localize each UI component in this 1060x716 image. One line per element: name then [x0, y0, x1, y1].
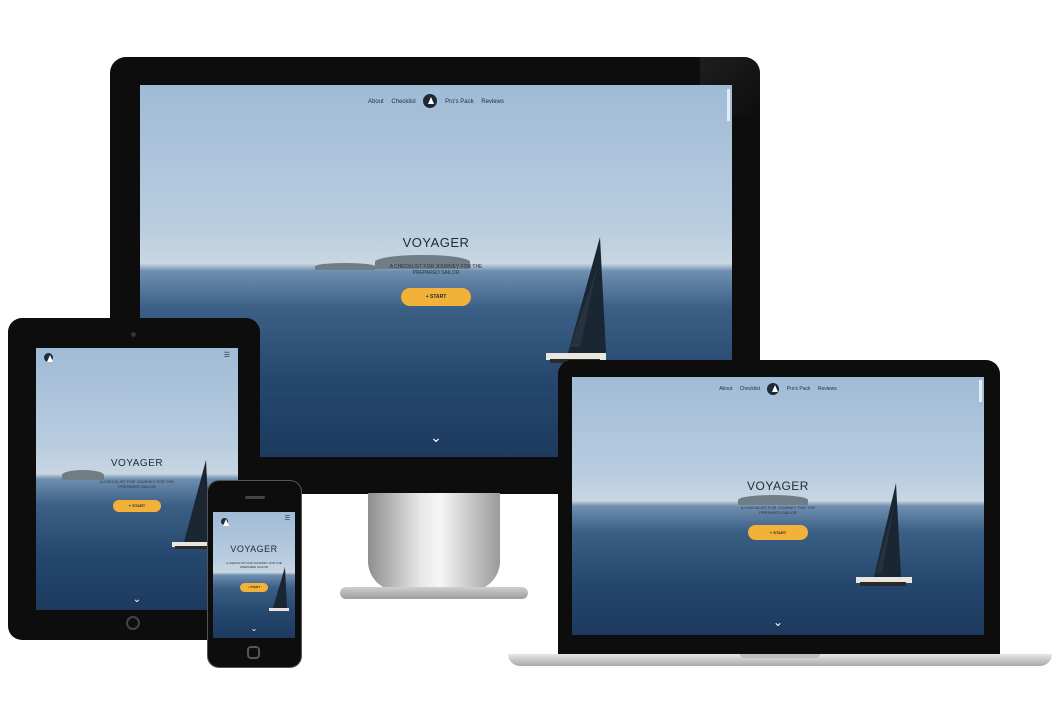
nav-link-reviews[interactable]: Reviews: [481, 99, 504, 105]
scrollbar[interactable]: [727, 89, 730, 121]
home-button[interactable]: [126, 616, 140, 630]
desktop-hero: VOYAGER A CHECKLIST FOR JOURNEY FOR THE …: [140, 235, 732, 306]
laptop-nav: About Checklist Pro's Pack Reviews: [572, 383, 984, 395]
monitor-stand: [340, 493, 528, 603]
start-button[interactable]: + START: [748, 525, 808, 540]
laptop-hero: VOYAGER A CHECKLIST FOR JOURNEY FOR THE …: [572, 479, 984, 540]
laptop-notch: [740, 654, 820, 658]
nav-link-about[interactable]: About: [719, 386, 732, 392]
home-button[interactable]: [247, 646, 260, 659]
desktop-nav: About Checklist Pro's Pack Reviews: [140, 94, 732, 108]
hamburger-menu-icon[interactable]: ☰: [224, 351, 230, 359]
nav-link-checklist[interactable]: Checklist: [391, 99, 415, 105]
start-button[interactable]: + START: [240, 582, 268, 592]
start-button[interactable]: + START: [401, 287, 471, 306]
laptop: About Checklist Pro's Pack Reviews VOYAG…: [508, 360, 1052, 674]
nav-link-pros-pack[interactable]: Pro's Pack: [445, 99, 474, 105]
nav-link-checklist[interactable]: Checklist: [740, 386, 760, 392]
camera-icon: [131, 332, 136, 337]
start-button[interactable]: + START: [113, 500, 161, 512]
hero-title: VOYAGER: [747, 479, 809, 493]
phone-screen: ☰ VOYAGER A CHECKLIST FOR JOURNEY FOR TH…: [213, 512, 295, 638]
phone: ☰ VOYAGER A CHECKLIST FOR JOURNEY FOR TH…: [207, 480, 302, 668]
sailboat: [546, 237, 606, 363]
sailboat: [269, 567, 289, 611]
sailboat: [856, 483, 912, 586]
chevron-down-icon[interactable]: ⌄: [572, 615, 984, 629]
hamburger-menu-icon[interactable]: ☰: [285, 515, 290, 522]
nav-link-pros-pack[interactable]: Pro's Pack: [787, 386, 811, 392]
hero-title: VOYAGER: [230, 544, 278, 554]
speaker-icon: [245, 496, 265, 499]
laptop-screen: About Checklist Pro's Pack Reviews VOYAG…: [572, 377, 984, 635]
hero-title: VOYAGER: [402, 235, 470, 250]
sailboat-logo-icon[interactable]: [44, 353, 54, 362]
sailboat-logo-icon[interactable]: [767, 383, 780, 395]
nav-link-about[interactable]: About: [368, 99, 384, 105]
sailboat-logo-icon[interactable]: [423, 94, 438, 108]
sailboat-logo-icon[interactable]: [221, 518, 230, 527]
scrollbar[interactable]: [979, 380, 982, 402]
chevron-down-icon[interactable]: ⌄: [213, 624, 295, 633]
nav-link-reviews[interactable]: Reviews: [818, 386, 837, 392]
